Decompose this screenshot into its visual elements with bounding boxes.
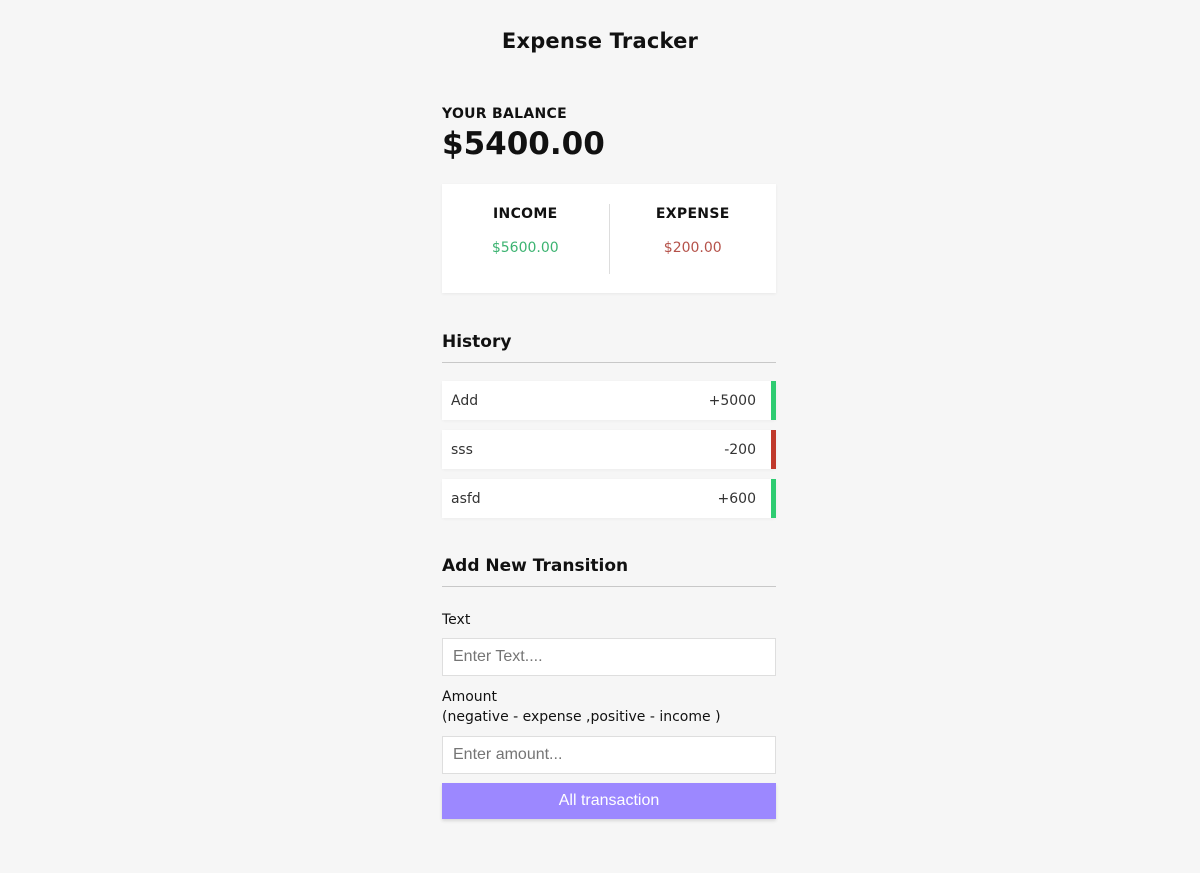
history-item[interactable]: asfd +600 [442, 479, 776, 518]
add-transaction-title: Add New Transition [442, 556, 776, 587]
balance-value: $5400.00 [442, 126, 605, 162]
expense-column: EXPENSE $200.00 [610, 204, 777, 293]
history-item-amount: +600 [717, 490, 756, 507]
history-title: History [442, 332, 776, 363]
page-title: Expense Tracker [501, 29, 699, 53]
history-item-text: Add [451, 392, 479, 409]
expense-label: EXPENSE [655, 206, 730, 222]
income-label: INCOME [493, 206, 558, 222]
add-transaction-button[interactable]: All transaction [442, 783, 776, 819]
text-input[interactable] [442, 638, 776, 676]
income-expense-card: INCOME $5600.00 EXPENSE $200.00 [442, 184, 776, 293]
income-value: $5600.00 [491, 240, 559, 256]
history-list: Add +5000 sss -200 asfd +600 [442, 381, 776, 528]
amount-hint: (negative - expense ,positive - income ) [442, 709, 721, 725]
expense-value: $200.00 [663, 240, 722, 256]
amount-input[interactable] [442, 736, 776, 774]
text-field-label: Text [442, 612, 471, 628]
history-item-text: sss [451, 441, 473, 458]
amount-field-label: Amount [442, 689, 498, 705]
history-item[interactable]: sss -200 [442, 430, 776, 469]
history-item[interactable]: Add +5000 [442, 381, 776, 420]
income-column: INCOME $5600.00 [442, 204, 609, 293]
balance-label: YOUR BALANCE [442, 106, 567, 122]
history-item-text: asfd [451, 490, 481, 507]
history-item-amount: +5000 [708, 392, 756, 409]
history-item-amount: -200 [724, 441, 756, 458]
